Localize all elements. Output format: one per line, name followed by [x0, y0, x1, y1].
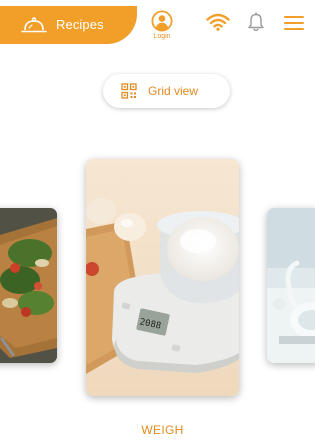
- hamburger-menu-icon[interactable]: [283, 14, 305, 32]
- recipe-card-weigh[interactable]: 2088: [86, 159, 239, 396]
- recipes-label: Recipes: [56, 17, 104, 32]
- bell-icon[interactable]: [247, 12, 265, 33]
- grid-view-icon: [121, 83, 137, 99]
- recipe-card-caption: WEIGH: [141, 423, 184, 437]
- cloche-icon: [21, 17, 47, 33]
- user-circle-icon: [151, 10, 173, 32]
- recipe-card-previous[interactable]: [0, 208, 57, 363]
- appliance-image: [267, 208, 315, 363]
- grid-view-button[interactable]: Grid view: [103, 74, 230, 108]
- login-button[interactable]: Login: [146, 10, 178, 44]
- login-label: Login: [153, 33, 171, 40]
- grid-view-label: Grid view: [148, 84, 199, 98]
- salad-image: [0, 208, 57, 363]
- recipes-tab[interactable]: Recipes: [0, 6, 137, 44]
- recipe-card-next[interactable]: [267, 208, 315, 363]
- wifi-icon[interactable]: [206, 13, 230, 31]
- app-screen: Recipes Login Grid view 2088 WEIGH: [0, 0, 315, 441]
- kitchen-scale-image: 2088: [86, 159, 239, 396]
